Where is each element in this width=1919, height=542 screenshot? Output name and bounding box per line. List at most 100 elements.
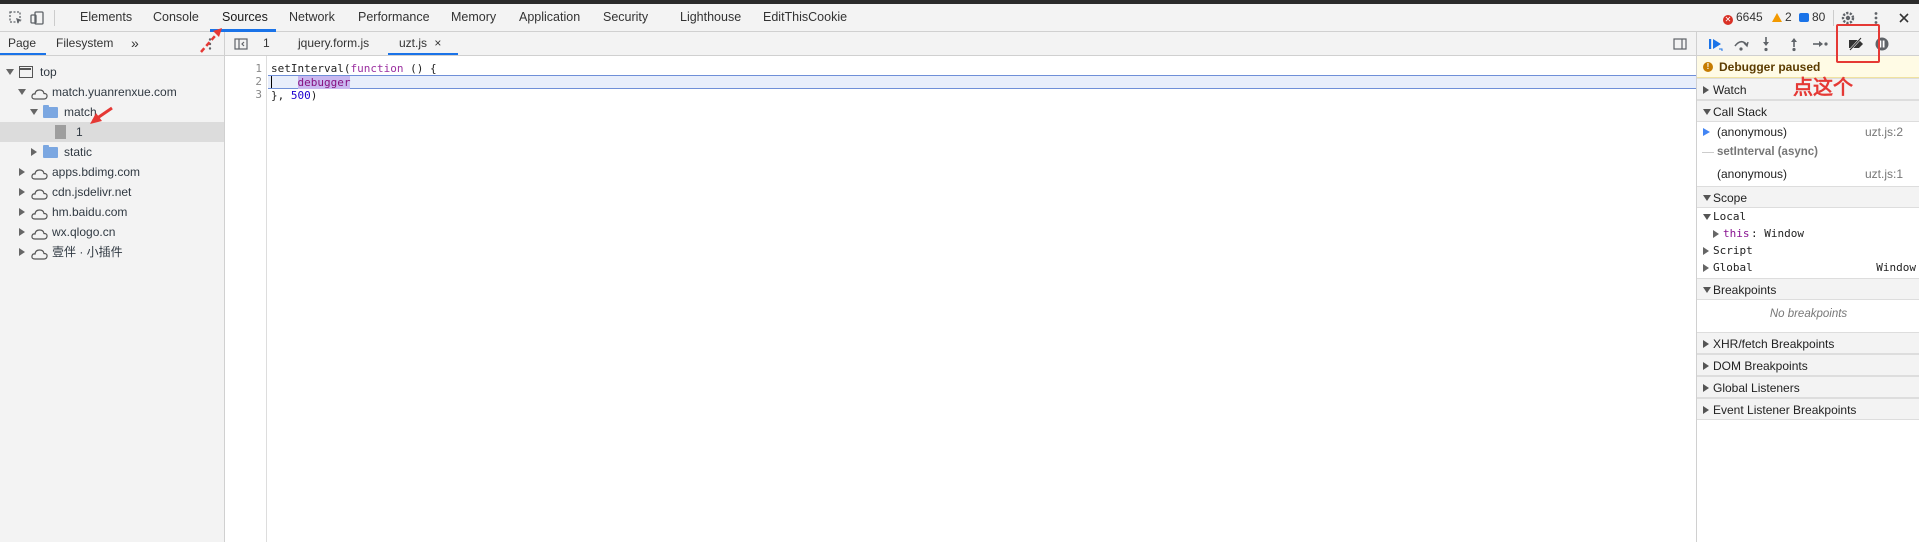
tab-elements[interactable]: Elements [80, 4, 132, 31]
more-tabs-button[interactable]: » [131, 32, 139, 55]
step-over-icon[interactable] [1733, 36, 1749, 52]
call-frame-current[interactable]: (anonymous) uzt.js:2 [1697, 122, 1919, 142]
error-counter[interactable]: ✕ 6645 [1723, 4, 1763, 31]
inspect-element-icon[interactable] [8, 10, 24, 26]
section-scope[interactable]: Scope [1697, 186, 1919, 208]
cloud-domain-icon [31, 86, 48, 100]
expand-triangle-icon[interactable] [19, 168, 25, 176]
editor-tab-1[interactable]: 1 [263, 32, 270, 55]
expand-triangle-icon [1703, 406, 1709, 414]
collapse-triangle-icon[interactable] [18, 89, 26, 95]
editor-active-tab-indicator [388, 53, 458, 55]
line-number[interactable]: 2 [232, 75, 262, 88]
code-line-2: debugger [271, 76, 351, 89]
collapse-triangle-icon[interactable] [6, 69, 14, 75]
tab-security[interactable]: Security [603, 4, 648, 31]
section-label: DOM Breakpoints [1713, 359, 1808, 373]
tree-item[interactable]: static [0, 142, 224, 162]
async-divider-line [1702, 152, 1714, 153]
step-into-icon[interactable] [1758, 36, 1774, 52]
expand-triangle-icon[interactable] [19, 208, 25, 216]
section-breakpoints[interactable]: Breakpoints [1697, 278, 1919, 300]
resume-execution-icon[interactable] [1707, 36, 1723, 52]
expand-triangle-icon[interactable] [19, 188, 25, 196]
step-icon[interactable] [1812, 36, 1828, 52]
tab-sources[interactable]: Sources [222, 4, 268, 31]
message-counter[interactable]: 80 [1799, 4, 1825, 31]
scope-var-name: this [1723, 227, 1750, 240]
close-devtools-icon[interactable] [1896, 10, 1912, 26]
call-frame-location[interactable]: uzt.js:1 [1865, 164, 1903, 184]
section-event-listener-breakpoints[interactable]: Event Listener Breakpoints [1697, 398, 1919, 420]
call-frame-name: (anonymous) [1717, 125, 1788, 139]
section-call-stack[interactable]: Call Stack [1697, 100, 1919, 122]
debugger-sidebar: ! Debugger paused Watch Call Stack (anon… [1696, 32, 1919, 542]
scope-this[interactable]: this : Window [1697, 225, 1919, 242]
section-xhr-breakpoints[interactable]: XHR/fetch Breakpoints [1697, 332, 1919, 354]
tree-item[interactable]: wx.qlogo.cn [0, 222, 224, 242]
cloud-domain-icon [31, 246, 48, 260]
tab-application[interactable]: Application [519, 4, 580, 31]
tree-item[interactable]: match.yuanrenxue.com [0, 82, 224, 102]
toggle-debugger-icon[interactable] [1672, 36, 1688, 52]
section-label: Global Listeners [1713, 381, 1800, 395]
tree-item[interactable]: match [0, 102, 224, 122]
scope-global[interactable]: Global Window [1697, 259, 1919, 276]
scope-script[interactable]: Script [1697, 242, 1919, 259]
error-count: 6645 [1736, 10, 1763, 24]
section-global-listeners[interactable]: Global Listeners [1697, 376, 1919, 398]
tree-item[interactable]: cdn.jsdelivr.net [0, 182, 224, 202]
expand-triangle-icon[interactable] [31, 148, 37, 156]
cloud-domain-icon [31, 226, 48, 240]
tab-page[interactable]: Page [8, 32, 36, 55]
tree-item-label: hm.baidu.com [52, 205, 128, 219]
code-token: ) [310, 89, 318, 102]
section-dom-breakpoints[interactable]: DOM Breakpoints [1697, 354, 1919, 376]
expand-triangle-icon [1703, 384, 1709, 392]
line-number[interactable]: 3 [232, 88, 262, 101]
text-cursor [271, 76, 272, 88]
step-out-icon[interactable] [1786, 36, 1802, 52]
line-number[interactable]: 1 [232, 62, 262, 75]
tree-item[interactable]: top [0, 62, 224, 82]
tab-editthiscookie[interactable]: EditThisCookie [763, 4, 847, 31]
tab-network[interactable]: Network [289, 4, 335, 31]
code-editor[interactable]: setInterval(function () { debugger }, 50… [268, 56, 1696, 542]
cloud-domain-icon [31, 206, 48, 220]
line-number-gutter[interactable]: 1 2 3 [225, 56, 267, 542]
navigator-tabs: Page Filesystem » [0, 32, 224, 56]
device-toolbar-icon[interactable] [30, 10, 46, 26]
warning-icon [1772, 13, 1782, 22]
cloud-domain-icon [31, 166, 48, 180]
section-label: Event Listener Breakpoints [1713, 403, 1857, 417]
tab-lighthouse[interactable]: Lighthouse [680, 4, 741, 31]
tab-performance[interactable]: Performance [358, 4, 430, 31]
navigator-menu-icon[interactable] [202, 36, 218, 52]
expand-triangle-icon [1703, 362, 1709, 370]
warning-counter[interactable]: 2 [1772, 4, 1792, 31]
warning-count: 2 [1785, 10, 1792, 24]
collapse-triangle-icon[interactable] [30, 109, 38, 115]
editor-tab-uzt[interactable]: uzt.js × [399, 32, 441, 55]
close-tab-icon[interactable]: × [434, 36, 441, 50]
tab-console[interactable]: Console [153, 4, 199, 31]
tab-filesystem[interactable]: Filesystem [56, 32, 113, 55]
tree-item[interactable]: 壹伴 · 小插件 [0, 242, 224, 262]
scope-local[interactable]: Local [1697, 208, 1919, 225]
editor-tab-jquery-form[interactable]: jquery.form.js [298, 32, 369, 55]
execution-line-highlight [268, 75, 1696, 89]
tree-item[interactable]: hm.baidu.com [0, 202, 224, 222]
tab-memory[interactable]: Memory [451, 4, 496, 31]
expand-triangle-icon[interactable] [19, 228, 25, 236]
call-frame-location[interactable]: uzt.js:2 [1865, 122, 1903, 142]
error-icon: ✕ [1723, 15, 1733, 25]
call-frame[interactable]: (anonymous) uzt.js:1 [1697, 164, 1919, 184]
expand-triangle-icon[interactable] [19, 248, 25, 256]
toggle-navigator-icon[interactable] [233, 36, 249, 52]
tree-item[interactable]: 1 [0, 122, 224, 142]
section-label: Scope [1713, 191, 1748, 205]
tree-item[interactable]: apps.bdimg.com [0, 162, 224, 182]
tree-item-label: apps.bdimg.com [52, 165, 141, 179]
collapse-triangle-icon [1703, 109, 1711, 115]
